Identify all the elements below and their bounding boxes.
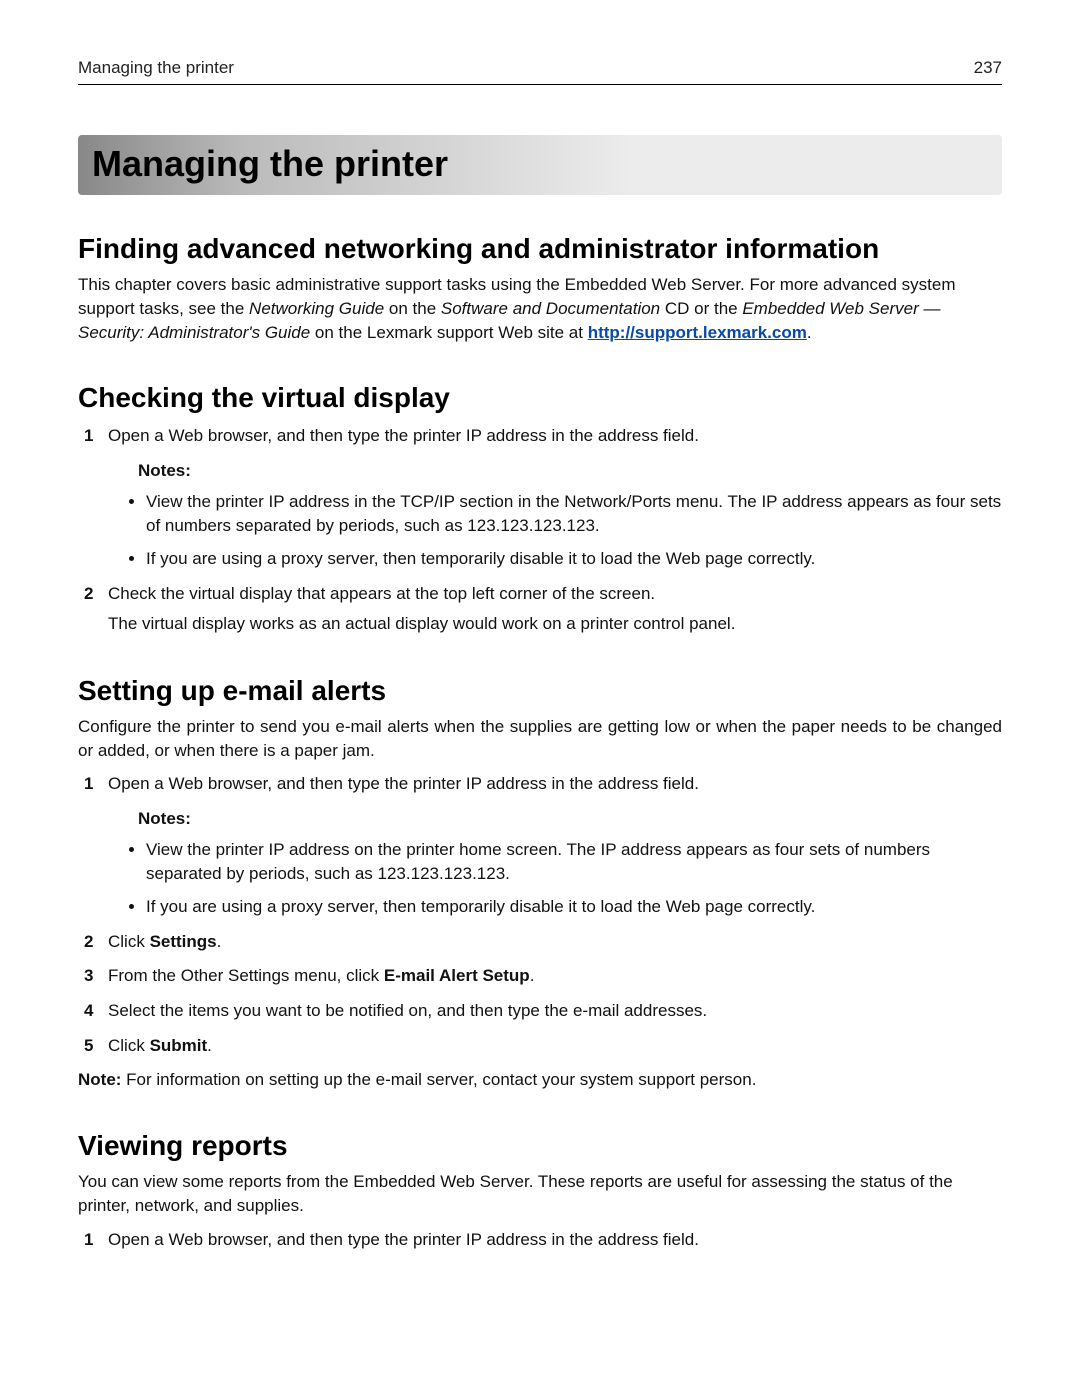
para-advanced-networking: This chapter covers basic administrative…	[78, 273, 1002, 344]
step-item: Check the virtual display that appears a…	[78, 582, 1002, 637]
note-label: Note:	[78, 1070, 121, 1089]
header-page-number: 237	[974, 58, 1002, 78]
bold-settings: Settings	[150, 932, 217, 951]
document-page: Managing the printer 237 Managing the pr…	[0, 0, 1080, 1397]
note-item: View the printer IP address on the print…	[146, 838, 1002, 887]
chapter-title: Managing the printer	[92, 143, 988, 185]
text: .	[217, 932, 222, 951]
text: Click	[108, 932, 150, 951]
note-item: If you are using a proxy server, then te…	[146, 547, 1002, 572]
steps-virtual-display: Open a Web browser, and then type the pr…	[78, 424, 1002, 636]
notes-list: View the printer IP address in the TCP/I…	[108, 490, 1002, 572]
notes-list: View the printer IP address on the print…	[108, 838, 1002, 920]
text: .	[530, 966, 535, 985]
heading-virtual-display: Checking the virtual display	[78, 382, 1002, 414]
text: on the Lexmark support Web site at	[310, 323, 588, 342]
bold-submit: Submit	[150, 1036, 208, 1055]
heading-advanced-networking: Finding advanced networking and administ…	[78, 233, 1002, 265]
step-text: Open a Web browser, and then type the pr…	[108, 774, 699, 793]
note-item: View the printer IP address in the TCP/I…	[146, 490, 1002, 539]
text: CD or the	[660, 299, 742, 318]
steps-email-alerts: Open a Web browser, and then type the pr…	[78, 772, 1002, 1058]
steps-viewing-reports: Open a Web browser, and then type the pr…	[78, 1228, 1002, 1253]
para-email-note: Note: For information on setting up the …	[78, 1068, 1002, 1092]
step-item: From the Other Settings menu, click E‑ma…	[78, 964, 1002, 989]
para-email-intro: Configure the printer to send you e-mail…	[78, 715, 1002, 763]
bold-email-alert-setup: E‑mail Alert Setup	[384, 966, 530, 985]
text: .	[807, 323, 812, 342]
step-text: Check the virtual display that appears a…	[108, 584, 655, 603]
step-text: Open a Web browser, and then type the pr…	[108, 426, 699, 445]
em-software-doc: Software and Documentation	[441, 299, 660, 318]
step-subtext: The virtual display works as an actual d…	[108, 612, 1002, 637]
chapter-banner: Managing the printer	[78, 135, 1002, 195]
step-item: Open a Web browser, and then type the pr…	[78, 772, 1002, 919]
support-link[interactable]: http://support.lexmark.com	[588, 323, 807, 342]
page-header: Managing the printer 237	[78, 58, 1002, 85]
notes-label: Notes:	[138, 459, 1002, 484]
step-item: Click Settings.	[78, 930, 1002, 955]
em-networking-guide: Networking Guide	[249, 299, 384, 318]
step-item: Open a Web browser, and then type the pr…	[78, 1228, 1002, 1253]
note-item: If you are using a proxy server, then te…	[146, 895, 1002, 920]
para-reports-intro: You can view some reports from the Embed…	[78, 1170, 1002, 1218]
notes-label: Notes:	[138, 807, 1002, 832]
note-text: For information on setting up the e‑mail…	[121, 1070, 756, 1089]
text: .	[207, 1036, 212, 1055]
text: on the	[384, 299, 441, 318]
heading-viewing-reports: Viewing reports	[78, 1130, 1002, 1162]
step-item: Click Submit.	[78, 1034, 1002, 1059]
text: Click	[108, 1036, 150, 1055]
step-item: Select the items you want to be notified…	[78, 999, 1002, 1024]
header-section-title: Managing the printer	[78, 58, 234, 78]
text: From the Other Settings menu, click	[108, 966, 384, 985]
heading-email-alerts: Setting up e‑mail alerts	[78, 675, 1002, 707]
step-item: Open a Web browser, and then type the pr…	[78, 424, 1002, 571]
